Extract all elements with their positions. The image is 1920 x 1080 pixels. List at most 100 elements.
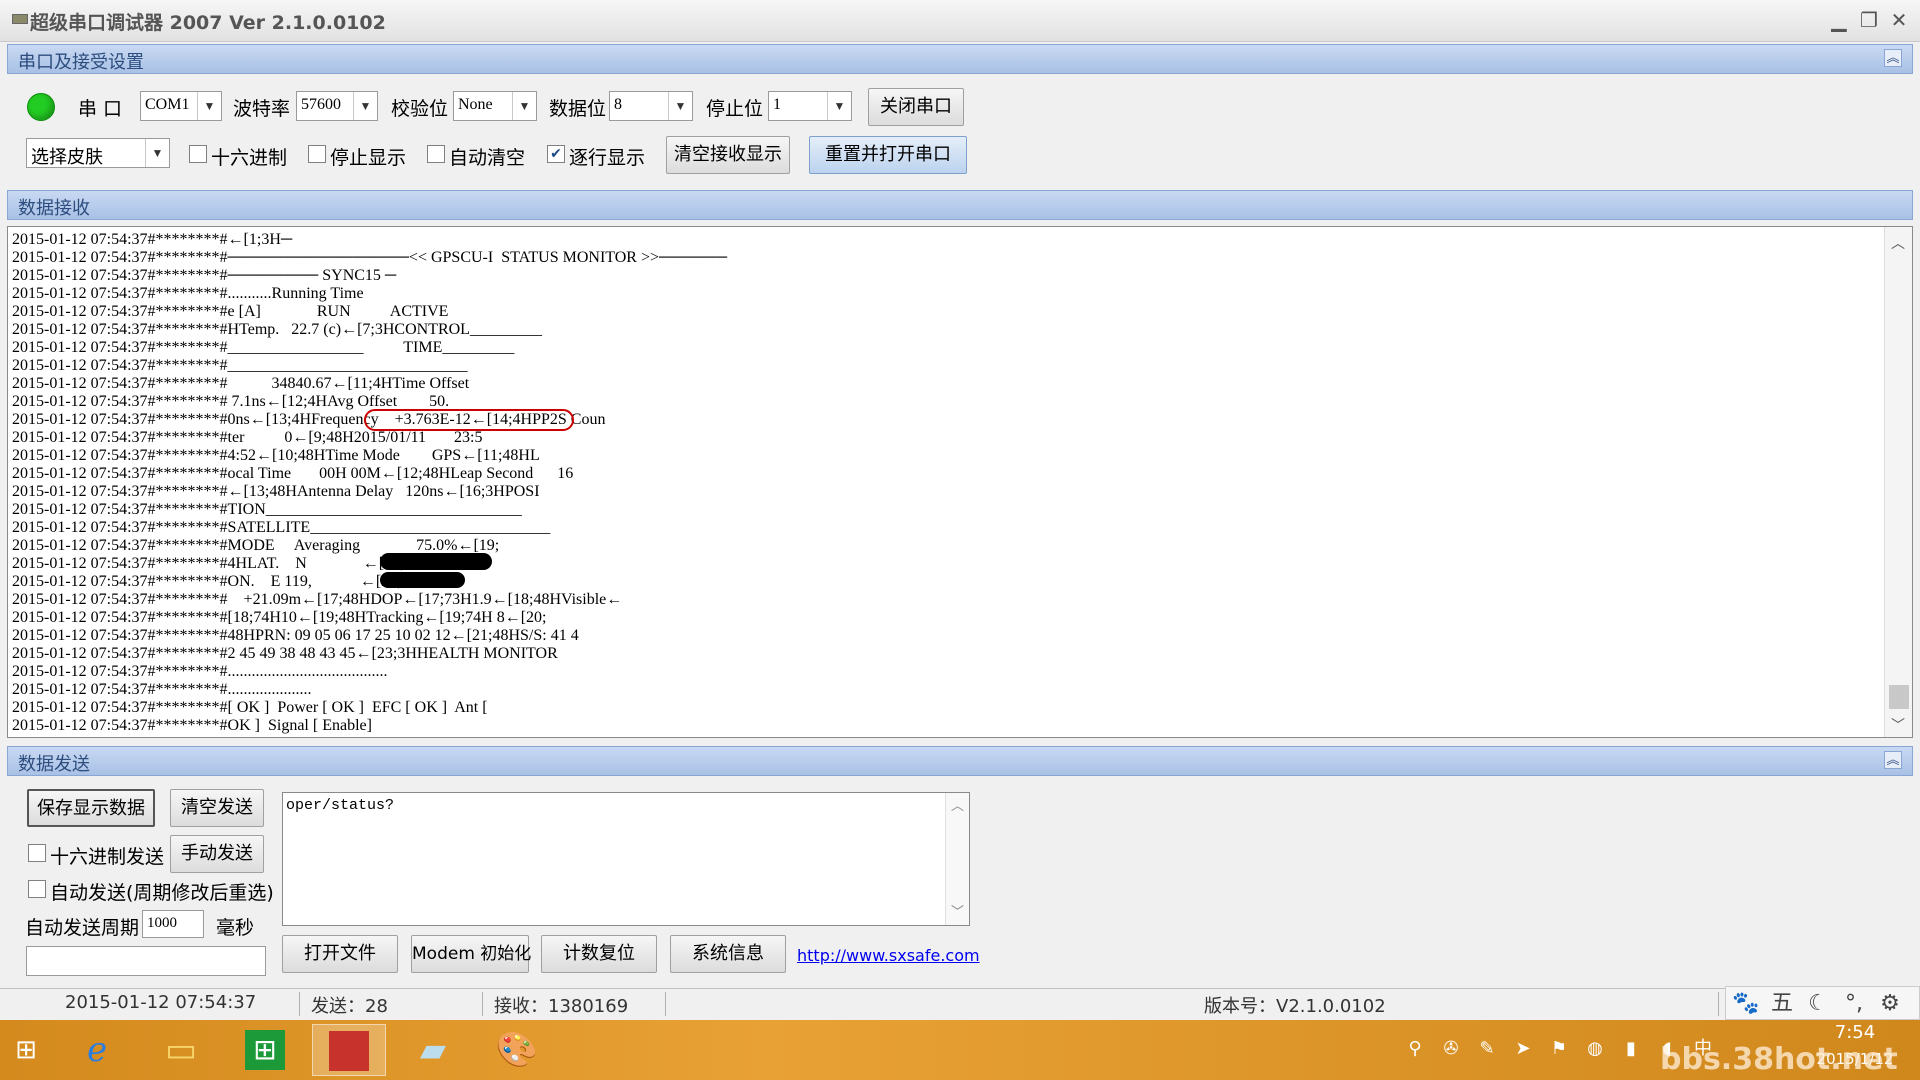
modem-init-button[interactable]: Modem 初始化 [411, 935, 531, 973]
open-file-button[interactable]: 打开文件 [282, 935, 398, 973]
stopbits-label: 停止位 [706, 98, 764, 120]
flag-icon[interactable]: ⚑ [1548, 1038, 1570, 1060]
baud-select[interactable]: 57600 ▼ [296, 91, 378, 121]
redaction-mark [380, 572, 465, 588]
recv-line: 2015-01-12 07:54:37#********#___________… [12, 339, 515, 356]
close-port-button[interactable]: 关闭串口 [868, 88, 964, 126]
clock-time[interactable]: 7:54 [1815, 1022, 1895, 1043]
recv-line: 2015-01-12 07:54:37#********#4HLAT. N ←[… [12, 555, 434, 572]
clear-send-button[interactable]: 清空发送 [170, 789, 264, 827]
status-sent: 发送：28 [303, 992, 483, 1017]
redaction-mark [380, 553, 492, 570]
port-value: COM1 [145, 96, 190, 113]
ime-wubi-label[interactable]: 五 [1768, 991, 1796, 1017]
restore-icon[interactable]: ❐ [1856, 8, 1882, 34]
taskbar: ⊞ ℯ ▭ ⊞ ▰ 🎨 ⚲ ✇ ✎ ➤ ⚑ ◍ ▮ ◖ 中 7:54 2015/… [0, 1020, 1920, 1080]
recv-line: 2015-01-12 07:54:37#********#ON. E 119, … [12, 573, 457, 590]
manual-send-button[interactable]: 手动发送 [170, 835, 264, 873]
signal-icon[interactable]: ▮ [1620, 1038, 1642, 1060]
auto-send-checkbox[interactable] [28, 880, 46, 898]
clear-recv-button[interactable]: 清空接收显示 [666, 136, 790, 174]
port-select[interactable]: COM1 ▼ [140, 91, 222, 121]
baud-value: 57600 [301, 96, 341, 113]
website-link[interactable]: http://www.sxsafe.com [797, 946, 980, 965]
databits-select[interactable]: 8 ▼ [609, 91, 693, 121]
collapse-icon[interactable]: ︽ [1884, 751, 1902, 769]
tray-app-icon[interactable]: ✇ [1440, 1038, 1462, 1060]
recv-line: 2015-01-12 07:54:37#********#ocal Time 0… [12, 465, 574, 482]
recv-line: 2015-01-12 07:54:37#********# 34840.67←[… [12, 375, 470, 392]
paint-icon[interactable]: 🎨 [480, 1024, 554, 1076]
hex-checkbox[interactable] [189, 145, 207, 163]
send-textarea[interactable]: oper/status? ︿ ﹀ [282, 792, 970, 926]
send-title: 数据发送 [18, 754, 90, 775]
send-header: 数据发送 ︽ [7, 746, 1913, 776]
line-display-label: 逐行显示 [569, 147, 646, 169]
minimize-icon[interactable]: ▁ [1826, 8, 1852, 34]
recv-line: 2015-01-12 07:54:37#********#←[1;3H─ [12, 231, 293, 248]
recv-line: 2015-01-12 07:54:37#********# 7.1ns←[12;… [12, 393, 450, 410]
gear-icon[interactable]: ⚙ [1876, 991, 1904, 1017]
network-tray-icon[interactable]: ⚲ [1404, 1038, 1426, 1060]
status-datetime: 2015-01-12 07:54:37 [0, 992, 300, 1016]
scroll-down-icon[interactable]: ﹀ [951, 901, 964, 920]
recv-line: 2015-01-12 07:54:37#********#──────── SY… [12, 267, 397, 284]
watermark: bbs.38hot.net [1660, 1042, 1898, 1077]
chevron-down-icon: ▼ [145, 139, 169, 167]
hex-send-checkbox[interactable] [28, 844, 46, 862]
parity-select[interactable]: None ▼ [453, 91, 537, 121]
auto-send-label: 自动发送(周期修改后重选) [50, 882, 274, 904]
scroll-up-icon[interactable]: ︿ [1891, 233, 1905, 253]
port-label: 串 口 [78, 98, 123, 120]
tray-tool-icon[interactable]: ✎ [1476, 1038, 1498, 1060]
skin-select[interactable]: 选择皮肤 ▼ [26, 138, 170, 168]
recv-line: 2015-01-12 07:54:37#********#[ OK ] Powe… [12, 699, 488, 716]
recv-scrollbar[interactable]: ︿ ﹀ [1884, 227, 1912, 737]
recv-line: 2015-01-12 07:54:37#********#MODE Averag… [12, 537, 500, 554]
recv-textarea[interactable]: 2015-01-12 07:54:37#********#←[1;3H─ 2015… [7, 226, 1913, 738]
auto-clear-checkbox[interactable] [427, 145, 445, 163]
recv-line: 2015-01-12 07:54:37#********#HTemp. 22.7… [12, 321, 542, 338]
ie-icon[interactable]: ℯ [60, 1024, 134, 1076]
moon-icon[interactable]: ☾ [1804, 991, 1832, 1017]
app-icon [12, 14, 28, 24]
scroll-thumb[interactable] [1889, 685, 1909, 709]
recv-line: 2015-01-12 07:54:37#********#___________… [12, 357, 468, 374]
scroll-down-icon[interactable]: ﹀ [1891, 715, 1905, 735]
scroll-up-icon[interactable]: ︿ [951, 795, 964, 814]
status-bar: 2015-01-12 07:54:37 发送：28 接收：1380169 版本号… [0, 988, 1920, 1018]
store-icon[interactable]: ⊞ [228, 1024, 302, 1076]
recv-line: 2015-01-12 07:54:37#********#e [A] RUN A… [12, 303, 449, 320]
recv-line: 2015-01-12 07:54:37#********#ter 0←[9;48… [12, 429, 483, 446]
notepad-icon[interactable]: ▰ [396, 1024, 470, 1076]
status-version: 版本号：V2.1.0.0102 [669, 992, 1719, 1017]
status-input[interactable] [26, 946, 266, 976]
hex-label: 十六进制 [211, 147, 288, 169]
paw-icon[interactable]: 🐾 [1732, 991, 1760, 1017]
stopbits-select[interactable]: 1 ▼ [768, 91, 852, 121]
stop-display-checkbox[interactable] [308, 145, 326, 163]
baud-label: 波特率 [233, 98, 291, 120]
parity-value: None [458, 96, 493, 113]
start-icon[interactable]: ⊞ [0, 1024, 52, 1076]
dots-icon[interactable]: °, [1840, 991, 1868, 1017]
sys-info-button[interactable]: 系统信息 [670, 935, 786, 973]
ime-toolbar: 🐾 五 ☾ °, ⚙ [1725, 986, 1920, 1020]
tray-arrow-icon[interactable]: ➤ [1512, 1038, 1534, 1060]
line-display-checkbox[interactable]: ✔ [547, 145, 565, 163]
period-unit: 毫秒 [216, 917, 255, 939]
explorer-icon[interactable]: ▭ [144, 1024, 218, 1076]
period-input[interactable]: 1000 [142, 910, 204, 938]
reset-open-button[interactable]: 重置并打开串口 [809, 136, 967, 174]
count-reset-button[interactable]: 计数复位 [541, 935, 657, 973]
serial-settings-header: 串口及接受设置 ︽ [7, 44, 1913, 74]
app-icon[interactable] [312, 1024, 386, 1076]
save-display-button[interactable]: 保存显示数据 [27, 789, 155, 827]
recv-line: 2015-01-12 07:54:37#********#───────────… [12, 249, 728, 266]
globe-icon[interactable]: ◍ [1584, 1038, 1606, 1060]
send-scrollbar[interactable]: ︿ ﹀ [945, 793, 969, 925]
collapse-icon[interactable]: ︽ [1884, 49, 1902, 67]
close-icon[interactable]: ✕ [1886, 8, 1912, 34]
parity-label: 校验位 [391, 98, 449, 120]
red-annotation-circle [364, 409, 574, 431]
